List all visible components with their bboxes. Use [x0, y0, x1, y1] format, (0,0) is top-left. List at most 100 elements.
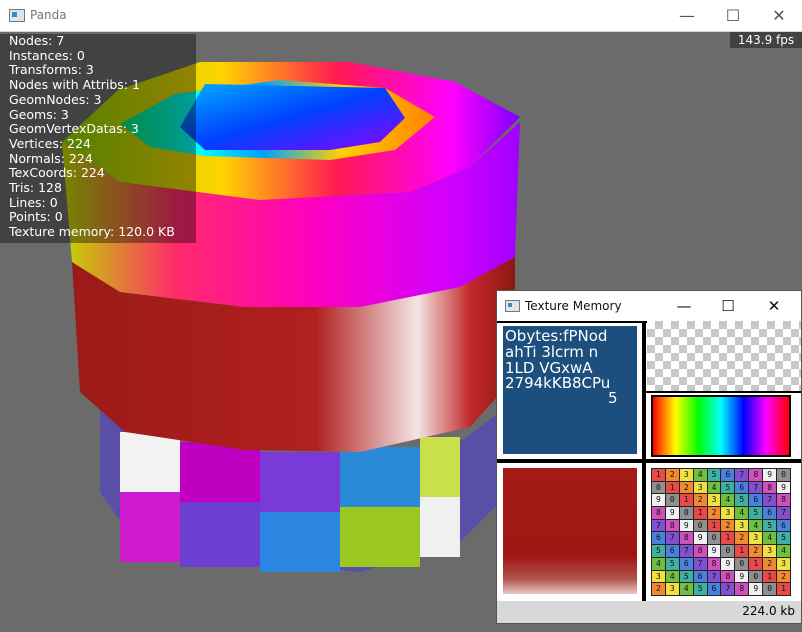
- stat-instances: Instances: 0: [9, 47, 85, 63]
- stat-normals: Normals: 224: [9, 150, 93, 166]
- number-grid-cell: 6: [665, 545, 679, 557]
- stat-geoms: Geoms: 3: [9, 106, 69, 122]
- number-grid-cell: 0: [749, 570, 763, 583]
- scene-stats-panel: Nodes: 7 Instances: 0 Transforms: 3 Node…: [0, 33, 196, 243]
- number-grid-cell: 8: [735, 583, 749, 595]
- number-grid-cell: 2: [665, 469, 679, 481]
- number-grid-cell: 2: [652, 583, 665, 595]
- number-grid-cell: 0: [665, 494, 679, 507]
- number-grid-cell: 5: [707, 469, 721, 481]
- number-grid-cell: 4: [763, 532, 777, 545]
- number-grid-cell: 8: [665, 519, 679, 532]
- number-grid-cell: 0: [763, 583, 777, 595]
- texture-memory-statusbar: 224.0 kb: [497, 601, 801, 623]
- number-grid-cell: 9: [652, 494, 665, 507]
- minimize-button[interactable]: —: [664, 0, 710, 31]
- number-grid-cell: 7: [721, 583, 735, 595]
- number-grid-cell: 5: [777, 532, 790, 545]
- number-grid-cell: 7: [749, 481, 763, 494]
- number-grid-cell: 0: [652, 481, 665, 494]
- number-grid-cell: 3: [763, 545, 777, 557]
- stat-points: Points: 0: [9, 209, 63, 225]
- number-grid-cell: 1: [707, 519, 721, 532]
- number-grid-cell: 8: [679, 532, 693, 545]
- number-grid-cell: 1: [652, 469, 665, 481]
- maximize-button[interactable]: ☐: [710, 0, 756, 31]
- number-grid-cell: 6: [749, 494, 763, 507]
- number-grid-cell: 7: [665, 532, 679, 545]
- number-grid-cell: 7: [693, 557, 707, 570]
- texture-memory-window-icon: [505, 300, 520, 312]
- number-grid-cell: 1: [763, 570, 777, 583]
- number-grid-cell: 0: [707, 532, 721, 545]
- stat-nodes-with-attribs: Nodes with Attribs: 1: [9, 77, 140, 93]
- tm-divider-inner: [646, 391, 801, 393]
- number-grid-cell: 4: [665, 570, 679, 583]
- texture-checker[interactable]: [647, 321, 801, 391]
- number-grid-cell: 2: [777, 570, 790, 583]
- number-grid-cell: 5: [763, 519, 777, 532]
- number-grid-cell: 7: [679, 545, 693, 557]
- number-grid-cell: 4: [679, 583, 693, 595]
- number-grid-cell: 8: [777, 494, 790, 507]
- window-title: Panda: [30, 8, 67, 22]
- number-grid-cell: 4: [735, 507, 749, 519]
- number-grid-cell: 2: [679, 481, 693, 494]
- texture-memory-titlebar[interactable]: Texture Memory — ☐ ✕: [497, 291, 801, 321]
- number-grid-cell: 9: [665, 507, 679, 519]
- texture-text-label[interactable]: Obytes:fPNod ahTi 3lcrm n 1LD VGxwA 2794…: [503, 326, 637, 454]
- tm-maximize-button[interactable]: ☐: [705, 291, 751, 321]
- number-grid-cell: 1: [665, 481, 679, 494]
- fps-meter: 143.9 fps: [730, 32, 802, 48]
- number-grid-cell: 7: [707, 570, 721, 583]
- number-grid-cell: 0: [777, 469, 790, 481]
- number-grid-cell: 2: [693, 494, 707, 507]
- number-grid-cell: 6: [652, 532, 665, 545]
- number-grid-cell: 3: [652, 570, 665, 583]
- number-grid-cell: 4: [749, 519, 763, 532]
- number-grid-cell: 3: [665, 583, 679, 595]
- texture-number-grid[interactable]: 1234567890012345678990123456788901234567…: [651, 468, 791, 596]
- number-grid-cell: 5: [749, 507, 763, 519]
- number-grid-cell: 5: [735, 494, 749, 507]
- number-grid-cell: 5: [652, 545, 665, 557]
- number-grid-cell: 7: [777, 507, 790, 519]
- number-grid-cell: 6: [735, 481, 749, 494]
- texture-text-line: Obytes:fPNod: [505, 327, 608, 345]
- number-grid-cell: 3: [777, 557, 790, 570]
- number-grid-cell: 5: [665, 557, 679, 570]
- tm-minimize-button[interactable]: —: [661, 291, 707, 321]
- tm-close-button[interactable]: ✕: [751, 291, 797, 321]
- number-grid-cell: 3: [735, 519, 749, 532]
- texture-text-line: ahTi 3lcrm n: [505, 343, 599, 361]
- number-grid-cell: 8: [707, 557, 721, 570]
- texture-memory-grid: Obytes:fPNod ahTi 3lcrm n 1LD VGxwA 2794…: [497, 321, 801, 601]
- window-titlebar[interactable]: Panda — ☐ ✕: [0, 0, 802, 32]
- number-grid-cell: 8: [749, 469, 763, 481]
- number-grid-cell: 2: [749, 545, 763, 557]
- number-grid-cell: 0: [721, 545, 735, 557]
- texture-rainbow[interactable]: [651, 395, 791, 457]
- number-grid-cell: 1: [679, 494, 693, 507]
- texture-memory-window[interactable]: Texture Memory — ☐ ✕ Obytes:fPNod ahTi 3…: [496, 290, 802, 624]
- stat-transforms: Transforms: 3: [9, 62, 94, 78]
- texture-memory-total: 224.0 kb: [742, 604, 795, 618]
- number-grid-cell: 4: [707, 481, 721, 494]
- close-button[interactable]: ✕: [756, 0, 802, 31]
- number-grid-cell: 5: [693, 583, 707, 595]
- stat-texcoords: TexCoords: 224: [9, 165, 105, 181]
- number-grid-cell: 5: [721, 481, 735, 494]
- number-grid-cell: 4: [652, 557, 665, 570]
- number-grid-cell: 6: [707, 583, 721, 595]
- number-grid-cell: 9: [721, 557, 735, 570]
- number-grid-cell: 6: [693, 570, 707, 583]
- number-grid-cell: 1: [749, 557, 763, 570]
- number-grid-cell: 9: [749, 583, 763, 595]
- number-grid-cell: 8: [693, 545, 707, 557]
- texture-red[interactable]: [503, 468, 637, 594]
- number-grid-cell: 2: [721, 519, 735, 532]
- number-grid-cell: 9: [735, 570, 749, 583]
- number-grid-cell: 3: [721, 507, 735, 519]
- number-grid-cell: 2: [735, 532, 749, 545]
- number-grid-cell: 8: [763, 481, 777, 494]
